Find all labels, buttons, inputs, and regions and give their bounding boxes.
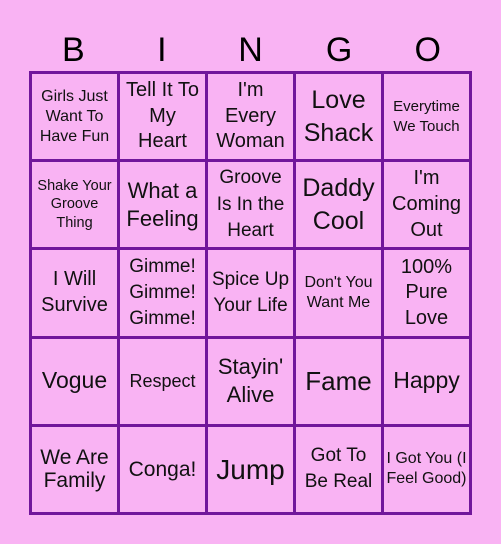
bingo-cell[interactable]: Stayin' Alive xyxy=(208,338,293,424)
bingo-cell[interactable]: Don't You Want Me xyxy=(296,250,381,336)
bingo-cell[interactable]: I Got You (I Feel Good) xyxy=(384,426,469,512)
bingo-cell[interactable]: Love Shack xyxy=(296,74,381,160)
header-letter-g: G xyxy=(325,31,353,69)
bingo-cell[interactable]: I Will Survive xyxy=(32,250,117,336)
bingo-cell[interactable]: Girls Just Want To Have Fun xyxy=(32,74,117,160)
bingo-cell[interactable]: Gimme! Gimme! Gimme! xyxy=(120,250,205,336)
bingo-cell[interactable]: Vogue xyxy=(32,338,117,424)
bingo-header: B I N G O xyxy=(29,30,472,70)
bingo-cell[interactable]: Got To Be Real xyxy=(296,426,381,512)
bingo-cell[interactable]: Groove Is In the Heart xyxy=(208,162,293,248)
bingo-cell[interactable]: Conga! xyxy=(120,426,205,512)
header-letter-b: B xyxy=(61,31,85,69)
bingo-cell[interactable]: Happy xyxy=(384,338,469,424)
bingo-cell[interactable]: Daddy Cool xyxy=(296,162,381,248)
bingo-cell[interactable]: Spice Up Your Life xyxy=(208,250,293,336)
bingo-grid: Girls Just Want To Have Fun Tell It To M… xyxy=(29,71,472,515)
bingo-cell[interactable]: We Are Family xyxy=(32,426,117,512)
bingo-cell[interactable]: I'm Every Woman xyxy=(208,74,293,160)
header-letter-i: I xyxy=(157,31,167,69)
header-letter-n: N xyxy=(238,31,263,69)
bingo-cell[interactable]: Everytime We Touch xyxy=(384,74,469,160)
header-letter-o: O xyxy=(414,31,441,69)
bingo-cell[interactable]: Fame xyxy=(296,338,381,424)
bingo-cell[interactable]: Shake Your Groove Thing xyxy=(32,162,117,248)
bingo-cell[interactable]: What a Feeling xyxy=(120,162,205,248)
bingo-cell[interactable]: Respect xyxy=(120,338,205,424)
bingo-cell[interactable]: Jump xyxy=(208,426,293,512)
bingo-cell[interactable]: 100% Pure Love xyxy=(384,250,469,336)
bingo-cell[interactable]: Tell It To My Heart xyxy=(120,74,205,160)
bingo-cell[interactable]: I'm Coming Out xyxy=(384,162,469,248)
